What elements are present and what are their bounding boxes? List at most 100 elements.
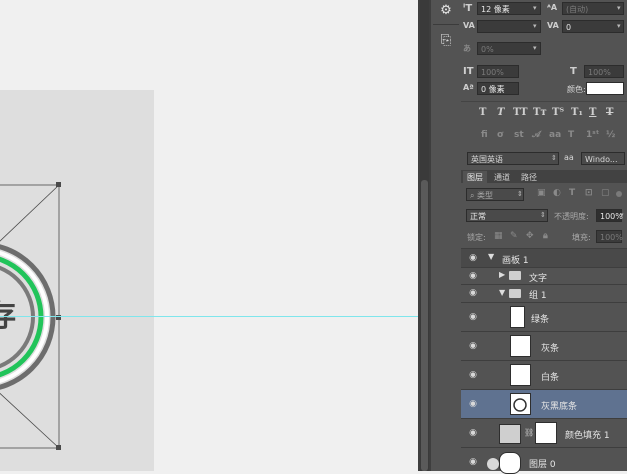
eye-icon[interactable]: ◉	[468, 457, 478, 467]
chevron-down-icon[interactable]: ⇕	[517, 190, 523, 198]
link-icon[interactable]: ⛓	[524, 428, 534, 437]
all-caps-icon[interactable]: TT	[513, 107, 528, 118]
faux-bold-icon[interactable]: T	[479, 107, 486, 118]
tab-paths[interactable]: 路径	[521, 172, 537, 183]
filter-toggle-icon[interactable]	[616, 191, 622, 197]
vertical-scale-field[interactable]: 100%	[477, 65, 519, 78]
text-color-swatch[interactable]	[586, 82, 624, 95]
layer-thumbnail	[510, 335, 531, 357]
chevron-down-icon[interactable]: ▾	[617, 22, 621, 30]
small-caps-icon[interactable]: Tт	[533, 107, 547, 118]
color-label: 颜色:	[567, 85, 586, 94]
filter-pixel-icon[interactable]: ▣	[537, 188, 546, 198]
ornaments-icon[interactable]: T	[568, 130, 574, 140]
leading-field[interactable]: (自动)	[562, 2, 624, 15]
tab-channels[interactable]: 通道	[494, 172, 510, 183]
eye-icon[interactable]: ◉	[468, 428, 478, 438]
underline-icon[interactable]: T	[589, 107, 596, 118]
layer-comps-icon[interactable]: ⎘	[437, 32, 455, 50]
layer-name: 文字	[529, 274, 548, 284]
blend-mode-select[interactable]: 正常	[466, 209, 548, 222]
ordinal-icon[interactable]: 1ˢᵗ	[586, 130, 599, 140]
baseline-field[interactable]: 0 像素	[477, 82, 519, 95]
chevron-down-icon[interactable]: ▾	[533, 22, 537, 30]
chevron-right-icon[interactable]: ▶	[499, 270, 505, 279]
faux-italic-icon[interactable]: T	[497, 107, 504, 118]
eye-icon[interactable]: ◉	[468, 399, 478, 409]
font-size-icon: ᴵT	[463, 3, 473, 14]
layer-row-shape-selected[interactable]: ◉ 灰黑底条	[461, 389, 627, 418]
layer-row-fill[interactable]: ◉ ⛓ 颜色填充 1	[461, 418, 627, 447]
lock-image-icon[interactable]: ✎	[510, 231, 518, 241]
font-size-field[interactable]: 12 像素	[477, 2, 541, 15]
layer-name: 颜色填充 1	[565, 431, 610, 441]
filter-smart-icon[interactable]: ▢	[601, 188, 610, 198]
fill-field[interactable]: 100%	[596, 230, 623, 243]
chevron-down-icon[interactable]: ⇕	[551, 154, 557, 162]
baseline-icon: Aª	[463, 83, 474, 92]
circle-graphic[interactable]: 存	[0, 160, 100, 460]
layer-filter-select[interactable]: ⌕ 类型	[466, 188, 524, 201]
ligature-icon[interactable]: fi	[481, 130, 488, 140]
layer-row-shape[interactable]: ◉ 白条	[461, 360, 627, 389]
filter-type-icon[interactable]: T	[569, 188, 575, 198]
eye-icon[interactable]: ◉	[468, 370, 478, 380]
kerning-field[interactable]	[477, 20, 541, 33]
eye-icon[interactable]: ◉	[468, 253, 478, 263]
stylistic-icon[interactable]: st	[514, 130, 524, 140]
swash-icon[interactable]: ơ	[497, 130, 503, 140]
layer-row-group[interactable]: ◉ ▶ 文字	[461, 267, 627, 284]
antialias-select[interactable]: Windo...	[581, 152, 625, 165]
strikethrough-icon[interactable]: T	[606, 107, 613, 118]
titling-icon[interactable]: aa	[549, 130, 561, 140]
layer-row-pixel[interactable]: ◉ 图层 0	[461, 447, 627, 474]
layer-thumbnail	[510, 393, 531, 415]
lock-transparent-icon[interactable]: ▦	[494, 231, 503, 241]
leading-icon: ᴬA	[547, 3, 558, 12]
panel-icon-strip	[431, 0, 462, 471]
superscript-icon[interactable]: Tᵀ	[552, 107, 564, 118]
eye-icon[interactable]: ◉	[468, 312, 478, 322]
eye-icon[interactable]: ◉	[468, 341, 478, 351]
chevron-down-icon[interactable]: ▼	[488, 252, 494, 261]
lock-label: 锁定:	[467, 233, 486, 242]
lock-position-icon[interactable]: ✥	[526, 231, 534, 241]
layer-row-group[interactable]: ◉ ▼ 组 1	[461, 284, 627, 302]
discretionary-icon[interactable]: 𝒜	[532, 130, 541, 140]
chevron-down-icon[interactable]: ▾	[533, 44, 537, 52]
chevron-down-icon[interactable]: ▼	[499, 288, 505, 297]
tab-layers[interactable]: 图层	[467, 172, 483, 183]
baseline-shift-field[interactable]: 0%	[477, 42, 541, 55]
layer-row-shape[interactable]: ◉ 灰条	[461, 331, 627, 360]
chevron-down-icon[interactable]: ▾	[533, 4, 537, 12]
layer-thumbnail	[510, 364, 531, 386]
chevron-down-icon[interactable]: ⇕	[540, 211, 546, 219]
layer-name: 画板 1	[502, 256, 529, 266]
layer-name: 灰条	[541, 344, 560, 354]
properties-panel-icon[interactable]: ⚙	[437, 2, 455, 20]
filter-adjustment-icon[interactable]: ◐	[553, 188, 561, 198]
folder-open-icon	[509, 289, 521, 298]
opacity-field[interactable]: 100%	[596, 209, 623, 222]
kerning-icon: VA	[463, 21, 475, 30]
canvas-scrollbar-thumb[interactable]	[421, 180, 428, 471]
layer-row-artboard[interactable]: ◉ ▼ 画板 1	[461, 248, 627, 267]
transform-handle	[56, 182, 61, 187]
chevron-down-icon[interactable]: ▾	[617, 4, 621, 12]
subscript-icon[interactable]: T₁	[571, 107, 583, 118]
eye-icon[interactable]: ◉	[468, 271, 478, 281]
language-select[interactable]: 英国英语	[467, 152, 559, 165]
layer-row-shape[interactable]: ◉ 绿条	[461, 302, 627, 331]
layer-name: 绿条	[531, 315, 550, 325]
fraction-icon[interactable]: ½	[606, 130, 615, 140]
horizontal-scale-field[interactable]: 100%	[584, 65, 624, 78]
layer-thumbnail	[510, 306, 525, 328]
chevron-down-icon[interactable]: ▾	[620, 211, 624, 219]
filter-shape-icon[interactable]: ⊡	[585, 188, 593, 198]
layer-name: 灰黑底条	[541, 402, 578, 412]
lock-all-icon[interactable]: 🔒︎	[543, 231, 548, 241]
fill-thumbnail	[499, 424, 521, 444]
tracking-field[interactable]: 0	[562, 20, 624, 33]
eye-icon[interactable]: ◉	[468, 288, 478, 298]
tracking-icon: VA	[547, 21, 559, 30]
